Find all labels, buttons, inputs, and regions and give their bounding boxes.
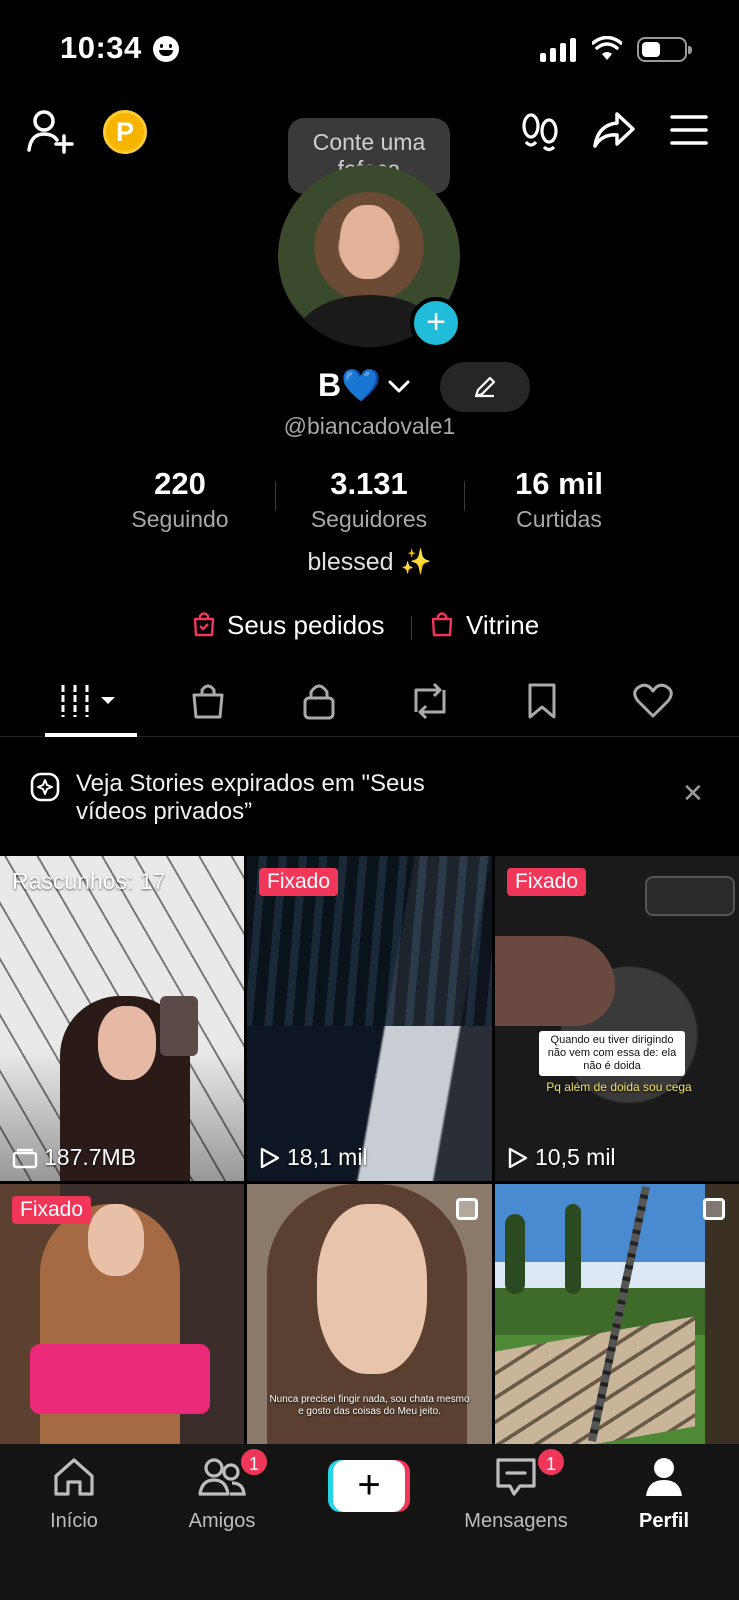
friends-notification-badge: 1 bbox=[239, 1447, 269, 1477]
video-tile-5[interactable] bbox=[495, 1184, 739, 1444]
username-handle: @biancadovale1 bbox=[283, 413, 456, 439]
profile-icon bbox=[646, 1458, 682, 1496]
stat-label: Seguidores bbox=[310, 506, 428, 532]
tab-liked[interactable] bbox=[598, 665, 708, 737]
add-story-plus-icon[interactable]: + bbox=[410, 297, 462, 349]
edit-profile-button[interactable] bbox=[440, 362, 530, 412]
video-caption: Nunca precisei fingir nada, sou chata me… bbox=[269, 1394, 470, 1417]
view-count-text: 10,5 mil bbox=[535, 1144, 616, 1170]
menu-icon[interactable] bbox=[670, 114, 708, 146]
plus-icon: + bbox=[333, 1460, 405, 1512]
active-tab-indicator bbox=[45, 733, 137, 737]
video-tile-drafts[interactable]: Rascunhos: 17 187.7MB bbox=[0, 856, 244, 1181]
shopping-bag-icon bbox=[192, 684, 224, 719]
drafts-size-text: 187.7MB bbox=[44, 1144, 137, 1170]
stat-following[interactable]: 220 Seguindo bbox=[90, 466, 270, 533]
showcase-link[interactable]: Vitrine bbox=[466, 610, 539, 641]
messages-notification-badge: 1 bbox=[536, 1447, 566, 1477]
stat-label: Curtidas bbox=[516, 506, 602, 532]
multi-photo-icon bbox=[703, 1198, 725, 1220]
drafts-label: Rascunhos: 17 bbox=[12, 868, 166, 894]
tab-videos[interactable] bbox=[36, 665, 146, 737]
stat-value: 220 bbox=[154, 466, 206, 501]
nav-home[interactable]: Início bbox=[14, 1456, 134, 1533]
battery-icon bbox=[637, 37, 692, 62]
nav-messages-label: Mensagens bbox=[464, 1510, 568, 1532]
nav-friends-label: Amigos bbox=[188, 1510, 256, 1532]
orders-bag-icon bbox=[193, 612, 215, 637]
bookmark-icon bbox=[528, 683, 556, 719]
nav-home-label: Início bbox=[50, 1510, 98, 1532]
heart-icon bbox=[633, 683, 673, 718]
stories-sparkle-icon bbox=[30, 772, 60, 802]
profile-tabs bbox=[0, 665, 739, 737]
video-tile-pinned-3[interactable]: Fixado bbox=[0, 1184, 244, 1444]
display-name[interactable]: B💙 bbox=[318, 366, 381, 404]
view-count-text: 18,1 mil bbox=[287, 1144, 368, 1170]
create-button[interactable]: + bbox=[328, 1460, 410, 1512]
coins-icon[interactable]: P bbox=[103, 110, 147, 154]
pencil-icon bbox=[474, 376, 496, 398]
wifi-icon bbox=[592, 36, 622, 60]
pinned-badge: Fixado bbox=[259, 868, 339, 896]
add-friend-icon[interactable] bbox=[26, 108, 74, 154]
multi-photo-icon bbox=[456, 1198, 478, 1220]
view-count: 18,1 mil bbox=[259, 1144, 368, 1171]
footprints-icon[interactable] bbox=[520, 112, 560, 152]
orders-link[interactable]: Seus pedidos bbox=[227, 610, 385, 641]
nav-profile[interactable]: Perfil bbox=[604, 1456, 724, 1533]
tab-shop[interactable] bbox=[153, 665, 263, 737]
profile-bio: blessed ✨ bbox=[307, 548, 432, 576]
stat-value: 16 mil bbox=[515, 466, 603, 501]
drafts-size: 187.7MB bbox=[12, 1144, 136, 1171]
tab-reposts[interactable] bbox=[375, 665, 485, 737]
view-count: 10,5 mil bbox=[507, 1144, 616, 1171]
pinned-badge: Fixado bbox=[507, 868, 587, 896]
pinned-badge: Fixado bbox=[12, 1196, 92, 1224]
video-caption-sub: Pq além de doida sou cega bbox=[546, 1080, 692, 1094]
stat-divider bbox=[275, 481, 276, 511]
lock-icon bbox=[303, 684, 335, 720]
shop-divider bbox=[411, 616, 412, 640]
chevron-down-icon[interactable] bbox=[388, 380, 410, 394]
video-tile-pinned-2[interactable]: Quando eu tiver dirigindo não vem com es… bbox=[495, 856, 739, 1181]
play-icon bbox=[260, 1147, 280, 1168]
grid-bars-icon bbox=[61, 685, 115, 717]
play-icon bbox=[508, 1147, 528, 1168]
stat-likes[interactable]: 16 mil Curtidas bbox=[469, 466, 649, 533]
stat-followers[interactable]: 3.131 Seguidores bbox=[279, 466, 459, 533]
smiley-status-icon bbox=[153, 36, 179, 62]
video-tile-4[interactable]: Nunca precisei fingir nada, sou chata me… bbox=[247, 1184, 492, 1444]
status-time: 10:34 bbox=[60, 30, 142, 65]
tab-saved[interactable] bbox=[487, 665, 597, 737]
video-caption: Quando eu tiver dirigindo não vem com es… bbox=[539, 1031, 685, 1076]
showcase-bag-icon bbox=[431, 612, 453, 637]
stat-label: Seguindo bbox=[131, 506, 229, 532]
tab-private[interactable] bbox=[264, 665, 374, 737]
cellular-signal-icon bbox=[540, 38, 576, 62]
folder-icon bbox=[12, 1148, 38, 1168]
inbox-icon bbox=[496, 1458, 536, 1496]
stat-value: 3.131 bbox=[330, 466, 408, 501]
nav-profile-label: Perfil bbox=[638, 1510, 690, 1532]
repost-icon bbox=[414, 682, 446, 720]
video-tile-pinned-1[interactable]: Fixado 18,1 mil bbox=[247, 856, 492, 1181]
close-icon[interactable]: ✕ bbox=[682, 778, 704, 809]
share-icon[interactable] bbox=[592, 110, 636, 150]
banner-text: Veja Stories expirados em "Seus vídeos p… bbox=[76, 770, 425, 825]
stat-divider bbox=[464, 481, 465, 511]
home-icon bbox=[54, 1458, 94, 1496]
